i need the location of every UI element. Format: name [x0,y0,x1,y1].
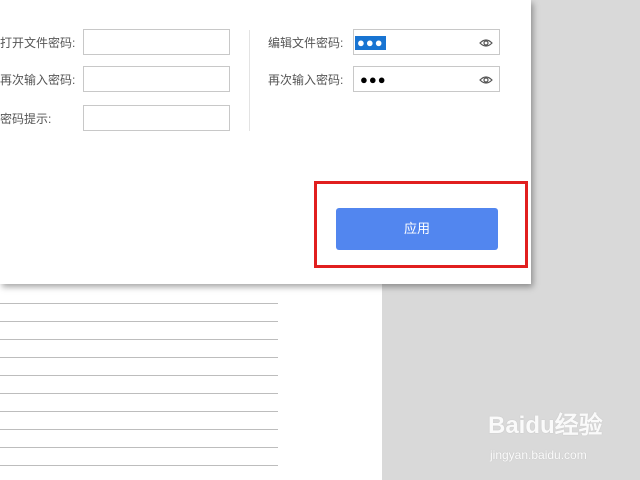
password-hint-label: 密码提示: [0,112,52,126]
document-line [0,339,278,340]
document-line [0,303,278,304]
repeat-open-password-label: 再次输入密码: [0,73,76,87]
document-line [0,393,278,394]
open-password-field[interactable] [83,29,230,55]
column-divider [249,30,250,131]
document-line [0,411,278,412]
document-line [0,375,278,376]
document-line [0,447,278,448]
eye-icon[interactable] [479,36,493,50]
password-hint-field[interactable] [83,105,230,131]
repeat-edit-password-masked-value: ●●● [360,72,387,87]
open-password-label: 打开文件密码: [0,36,76,50]
highlight-annotation-box [314,181,528,268]
document-line [0,429,278,430]
document-line [0,465,278,466]
edit-password-field[interactable]: ●●● [353,29,500,55]
document-line [0,357,278,358]
edit-password-masked-value: ●●● [355,35,386,50]
eye-icon[interactable] [479,73,493,87]
document-line [0,321,278,322]
repeat-edit-password-field[interactable]: ●●● [353,66,500,92]
watermark-brand: Baidu经验 [488,412,603,439]
baidu-jingyan-watermark: Baidu经验 jingyan.baidu.com [488,405,628,465]
repeat-open-password-field[interactable] [83,66,230,92]
repeat-edit-password-label: 再次输入密码: [268,73,344,87]
edit-password-label: 编辑文件密码: [268,36,344,50]
watermark-url: jingyan.baidu.com [490,448,587,462]
